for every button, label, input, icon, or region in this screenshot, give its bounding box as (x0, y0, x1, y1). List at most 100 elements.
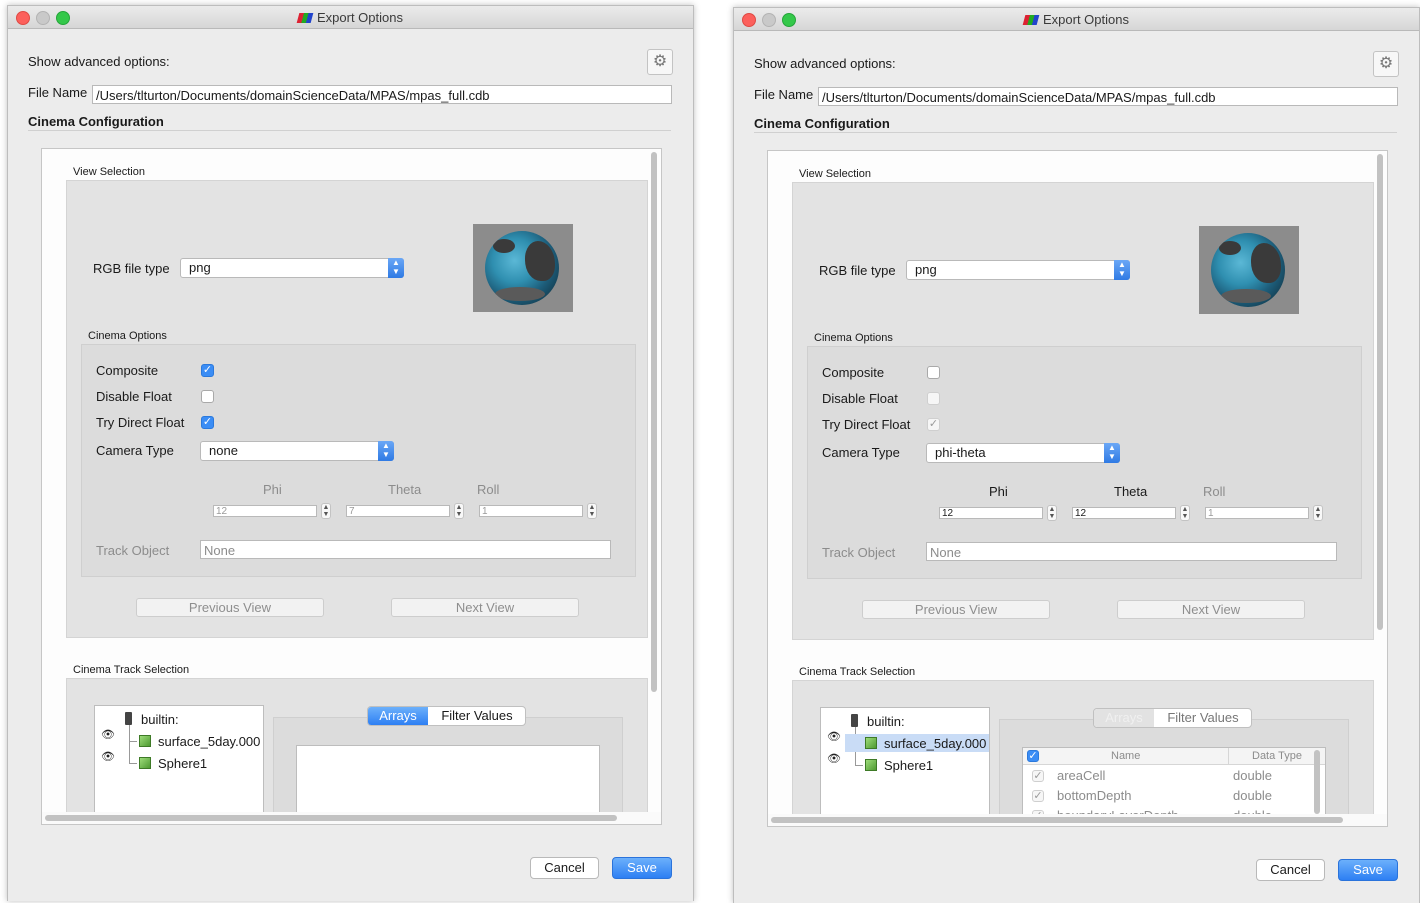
track-selection-group: builtin: 👁 surface_5day.000 👁 Sphere1 ✓ … (792, 680, 1374, 826)
rgb-file-type-label: RGB file type (819, 263, 896, 278)
cancel-button[interactable]: Cancel (1256, 859, 1325, 881)
row-checkbox[interactable]: ✓ (1032, 790, 1044, 802)
tree-builtin[interactable]: builtin: (141, 712, 179, 727)
vertical-scroll-thumb[interactable] (1377, 154, 1383, 630)
gear-icon[interactable]: ⚙ (647, 49, 673, 75)
theta-input[interactable]: 12 (1072, 507, 1176, 519)
horizontal-scrollbar[interactable] (42, 812, 661, 824)
pipeline-tree[interactable]: builtin: 👁 surface_5day.000 👁 Sphere1 (820, 707, 990, 819)
tree-line (129, 763, 137, 764)
roll-input[interactable]: 1 (479, 505, 583, 517)
tab-filter-values[interactable]: Filter Values (1155, 709, 1251, 727)
camera-type-select[interactable]: none ▲ ▼ (200, 441, 394, 461)
tree-item-sphere[interactable]: Sphere1 (884, 758, 933, 773)
window-title: Export Options (734, 12, 1419, 27)
previous-view-button[interactable]: Previous View (136, 598, 324, 617)
save-button[interactable]: Save (1338, 859, 1398, 881)
export-options-window-left: Export Options Show advanced options: ⚙ … (7, 5, 694, 901)
vertical-scrollbar[interactable] (648, 150, 660, 810)
phi-label: Phi (263, 482, 282, 497)
column-header-data-type[interactable]: Data Type (1252, 750, 1302, 762)
theta-stepper[interactable]: ▲ ▼ (454, 503, 464, 519)
tab-arrays[interactable]: Arrays (368, 707, 428, 725)
titlebar[interactable]: Export Options (8, 6, 693, 29)
vertical-scroll-thumb[interactable] (651, 152, 657, 692)
column-header-name[interactable]: Name (1111, 750, 1140, 762)
next-view-button[interactable]: Next View (391, 598, 579, 617)
try-direct-float-label: Try Direct Float (96, 415, 185, 430)
composite-checkbox[interactable] (927, 366, 940, 379)
tab-filter-values[interactable]: Filter Values (429, 707, 525, 725)
track-object-input[interactable]: None (926, 542, 1337, 561)
try-direct-float-label: Try Direct Float (822, 417, 911, 432)
phi-stepper[interactable]: ▲ ▼ (1047, 505, 1057, 521)
tree-line (129, 741, 137, 742)
cinema-options-heading: Cinema Options (88, 330, 167, 342)
window-title-text: Export Options (317, 10, 403, 25)
tree-item-sphere[interactable]: Sphere1 (158, 756, 207, 771)
chevron-updown-icon: ▲ ▼ (1114, 260, 1130, 280)
phi-input[interactable]: 12 (939, 507, 1043, 519)
rgb-file-type-select[interactable]: png ▲ ▼ (906, 260, 1130, 280)
vertical-scrollbar[interactable] (1374, 152, 1386, 812)
cancel-button[interactable]: Cancel (530, 857, 599, 879)
export-options-window-right: Export Options Show advanced options: ⚙ … (733, 7, 1420, 903)
select-all-checkbox[interactable]: ✓ (1027, 750, 1039, 762)
roll-stepper[interactable]: ▲ ▼ (1313, 505, 1323, 521)
camera-type-select[interactable]: phi-theta ▲ ▼ (926, 443, 1120, 463)
previous-view-button[interactable]: Previous View (862, 600, 1050, 619)
composite-label: Composite (96, 363, 159, 378)
column-divider (1228, 748, 1229, 764)
file-name-input[interactable]: /Users/tlturton/Documents/domainScienceD… (818, 87, 1398, 106)
disable-float-checkbox[interactable] (927, 392, 940, 405)
tree-builtin[interactable]: builtin: (867, 714, 905, 729)
server-icon (125, 712, 132, 725)
disable-float-label: Disable Float (96, 389, 172, 404)
composite-checkbox[interactable]: ✓ (201, 364, 214, 377)
roll-input[interactable]: 1 (1205, 507, 1309, 519)
cube-icon (865, 759, 877, 771)
cinema-track-selection-heading: Cinema Track Selection (799, 666, 916, 678)
track-object-input[interactable]: None (200, 540, 611, 559)
next-view-button[interactable]: Next View (1117, 600, 1305, 619)
tab-arrays[interactable]: Arrays (1094, 709, 1154, 727)
try-direct-float-checkbox[interactable]: ✓ (927, 418, 940, 431)
show-advanced-label: Show advanced options: (28, 54, 170, 69)
row-checkbox[interactable]: ✓ (1032, 770, 1044, 782)
eye-icon[interactable]: 👁 (101, 728, 115, 741)
titlebar[interactable]: Export Options (734, 8, 1419, 31)
tree-item-surface[interactable]: surface_5day.000 (884, 736, 986, 751)
table-scroll-thumb[interactable] (1314, 750, 1320, 814)
rgb-file-type-select[interactable]: png ▲ ▼ (180, 258, 404, 278)
eye-icon[interactable]: 👁 (827, 752, 841, 765)
file-name-input[interactable]: /Users/tlturton/Documents/domainScienceD… (92, 85, 672, 104)
try-direct-float-checkbox[interactable]: ✓ (201, 416, 214, 429)
horizontal-scroll-thumb[interactable] (771, 817, 1343, 823)
arrays-filter-segmented[interactable]: Arrays Filter Values (1093, 708, 1252, 728)
chevron-updown-icon: ▲ ▼ (1104, 443, 1120, 463)
cinema-config-scroll-area[interactable]: View Selection RGB file type png ▲ ▼ Cine… (41, 148, 662, 825)
theta-input[interactable]: 7 (346, 505, 450, 517)
gear-icon[interactable]: ⚙ (1373, 51, 1399, 77)
table-row-type: double (1233, 788, 1273, 803)
tree-item-surface[interactable]: surface_5day.000 (158, 734, 260, 749)
divider (28, 130, 671, 131)
cinema-config-scroll-area[interactable]: View Selection RGB file type png ▲ ▼ Cine… (767, 150, 1388, 827)
pipeline-tree[interactable]: builtin: 👁 surface_5day.000 👁 Sphere1 (94, 705, 264, 817)
file-name-label: File Name (28, 85, 88, 100)
phi-input[interactable]: 12 (213, 505, 317, 517)
cinema-options-group: Composite Disable Float Try Direct Float… (807, 346, 1362, 579)
horizontal-scroll-thumb[interactable] (45, 815, 617, 821)
globe-preview-image (1211, 233, 1285, 307)
cinema-track-selection-heading: Cinema Track Selection (73, 664, 190, 676)
disable-float-checkbox[interactable] (201, 390, 214, 403)
track-selection-group: builtin: 👁 surface_5day.000 👁 Sphere1 Ar… (66, 678, 648, 824)
phi-stepper[interactable]: ▲ ▼ (321, 503, 331, 519)
theta-stepper[interactable]: ▲ ▼ (1180, 505, 1190, 521)
eye-icon[interactable]: 👁 (101, 750, 115, 763)
arrays-filter-segmented[interactable]: Arrays Filter Values (367, 706, 526, 726)
roll-stepper[interactable]: ▲ ▼ (587, 503, 597, 519)
save-button[interactable]: Save (612, 857, 672, 879)
horizontal-scrollbar[interactable] (768, 814, 1387, 826)
eye-icon[interactable]: 👁 (827, 730, 841, 743)
